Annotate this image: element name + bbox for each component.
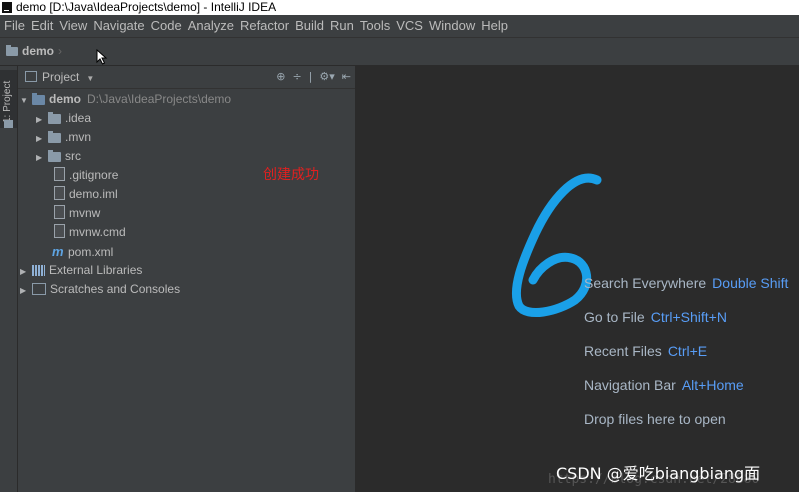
- tree-item-mvnw-cmd[interactable]: mvnw.cmd: [54, 223, 126, 242]
- tree-item-label: .idea: [65, 111, 92, 125]
- expand-arrow-icon[interactable]: ▶: [20, 262, 32, 281]
- hint-shortcut: Double Shift: [712, 275, 789, 291]
- tree-item-idea[interactable]: ▶ .idea: [36, 109, 91, 128]
- hint-text: Navigation Bar: [584, 377, 676, 393]
- breadcrumb-demo[interactable]: demo ›: [6, 38, 62, 65]
- tree-item-label: pom.xml: [68, 245, 114, 259]
- tree-item-label: External Libraries: [49, 263, 143, 277]
- tree-item-label: mvnw: [69, 206, 101, 220]
- tree-item-label: src: [65, 149, 81, 163]
- hint-recent-files: Recent Files Ctrl+E: [584, 343, 707, 359]
- panel-toolbar: ⊕ ÷ | ⚙▾ ⇤: [269, 66, 351, 88]
- scratches-icon: [32, 283, 46, 295]
- expand-arrow-icon[interactable]: ▼: [20, 91, 32, 110]
- tree-item-label: Scratches and Consoles: [50, 282, 181, 296]
- file-icon: [54, 205, 65, 219]
- tree-item-path: D:\Java\IdeaProjects\demo: [87, 92, 232, 106]
- menu-window[interactable]: Window: [426, 15, 478, 37]
- folder-icon: [48, 150, 61, 162]
- hint-text: Search Everywhere: [584, 275, 707, 291]
- module-folder-icon: [32, 93, 45, 105]
- menu-navigate[interactable]: Navigate: [90, 15, 147, 37]
- hint-search-everywhere: Search Everywhere Double Shift: [584, 275, 788, 291]
- menu-help[interactable]: Help: [478, 15, 511, 37]
- menu-view[interactable]: View: [56, 15, 90, 37]
- module-folder-icon: [6, 45, 18, 56]
- project-panel-title: Project: [42, 70, 80, 84]
- hint-text: Go to File: [584, 309, 645, 325]
- tree-item-mvn[interactable]: ▶ .mvn: [36, 128, 91, 147]
- success-annotation: 创建成功: [263, 167, 319, 183]
- tree-item-gitignore[interactable]: .gitignore: [54, 166, 118, 185]
- divider: |: [308, 70, 313, 83]
- left-tool-window-strip: 1: Project: [0, 66, 18, 492]
- window-title-bar: demo [D:\Java\IdeaProjects\demo] - Intel…: [0, 0, 799, 15]
- menu-build[interactable]: Build: [292, 15, 327, 37]
- project-panel-header: Project ▼ ⊕ ÷ | ⚙▾ ⇤: [18, 66, 355, 89]
- file-icon: [54, 186, 65, 200]
- tree-item-demo-iml[interactable]: demo.iml: [54, 185, 118, 204]
- handdrawn-six-mark: [511, 173, 602, 317]
- menu-code[interactable]: Code: [148, 15, 185, 37]
- hint-drop-files: Drop files here to open: [584, 411, 726, 427]
- hint-go-to-file: Go to File Ctrl+Shift+N: [584, 309, 727, 325]
- libraries-icon: [32, 265, 45, 276]
- chevron-right-icon: ›: [58, 44, 63, 58]
- tree-item-demo[interactable]: ▼ demo D:\Java\IdeaProjects\demo: [20, 90, 231, 109]
- breadcrumb-label: demo: [22, 44, 55, 58]
- menu-edit[interactable]: Edit: [28, 15, 56, 37]
- tree-item-src[interactable]: ▶ src: [36, 147, 81, 166]
- menu-file[interactable]: File: [0, 15, 28, 37]
- expand-arrow-icon[interactable]: ▶: [20, 281, 32, 300]
- tree-item-mvnw[interactable]: mvnw: [54, 204, 100, 223]
- project-view-selector[interactable]: Project ▼: [25, 66, 94, 90]
- hint-navigation-bar: Navigation Bar Alt+Home: [584, 377, 744, 393]
- collapse-all-icon[interactable]: ÷: [292, 70, 301, 83]
- expand-arrow-icon[interactable]: ▶: [36, 148, 48, 167]
- hide-panel-icon[interactable]: ⇤: [342, 70, 351, 83]
- tree-item-label: .gitignore: [69, 168, 119, 182]
- expand-arrow-icon[interactable]: ▶: [36, 110, 48, 129]
- hint-shortcut: Ctrl+E: [667, 343, 708, 359]
- tree-item-scratches[interactable]: ▶ Scratches and Consoles: [20, 280, 180, 299]
- file-icon: [54, 224, 65, 238]
- maven-icon: m: [52, 244, 64, 259]
- locate-icon[interactable]: ⊕: [276, 70, 285, 83]
- chevron-down-icon: ▼: [86, 74, 95, 83]
- hint-text: Drop files here to open: [584, 411, 726, 427]
- project-icon: [25, 71, 37, 82]
- menu-run[interactable]: Run: [327, 15, 357, 37]
- mouse-cursor-icon: [96, 49, 108, 65]
- hint-text: Recent Files: [584, 343, 662, 359]
- menu-refactor[interactable]: Refactor: [237, 15, 292, 37]
- hint-shortcut: Alt+Home: [681, 377, 744, 393]
- project-tool-tab-label: 1: Project: [2, 80, 13, 123]
- folder-icon: [48, 112, 61, 124]
- hint-shortcut: Ctrl+Shift+N: [650, 309, 727, 325]
- intellij-app-icon: [2, 2, 12, 13]
- folder-icon: [48, 131, 61, 143]
- menu-bar: File Edit View Navigate Code Analyze Refactor B…: [0, 15, 799, 38]
- window-title: demo [D:\Java\IdeaProjects\demo] - Intel…: [16, 0, 277, 14]
- tree-item-label: demo: [49, 92, 82, 106]
- navigation-bar: demo ›: [0, 38, 799, 66]
- menu-tools[interactable]: Tools: [357, 15, 393, 37]
- file-icon: [54, 167, 65, 181]
- structure-icon[interactable]: [4, 120, 13, 128]
- tree-item-external-libraries[interactable]: ▶ External Libraries: [20, 261, 142, 280]
- tree-item-pom-xml[interactable]: m pom.xml: [52, 242, 113, 261]
- tree-item-label: mvnw.cmd: [69, 225, 126, 239]
- gear-icon[interactable]: ⚙▾: [319, 70, 334, 83]
- expand-arrow-icon[interactable]: ▶: [36, 129, 48, 148]
- csdn-watermark: CSDN @爱吃biangbiang面: [556, 464, 761, 483]
- menu-vcs[interactable]: VCS: [393, 15, 426, 37]
- tree-item-label: demo.iml: [69, 187, 118, 201]
- menu-analyze[interactable]: Analyze: [185, 15, 237, 37]
- tree-item-label: .mvn: [65, 130, 92, 144]
